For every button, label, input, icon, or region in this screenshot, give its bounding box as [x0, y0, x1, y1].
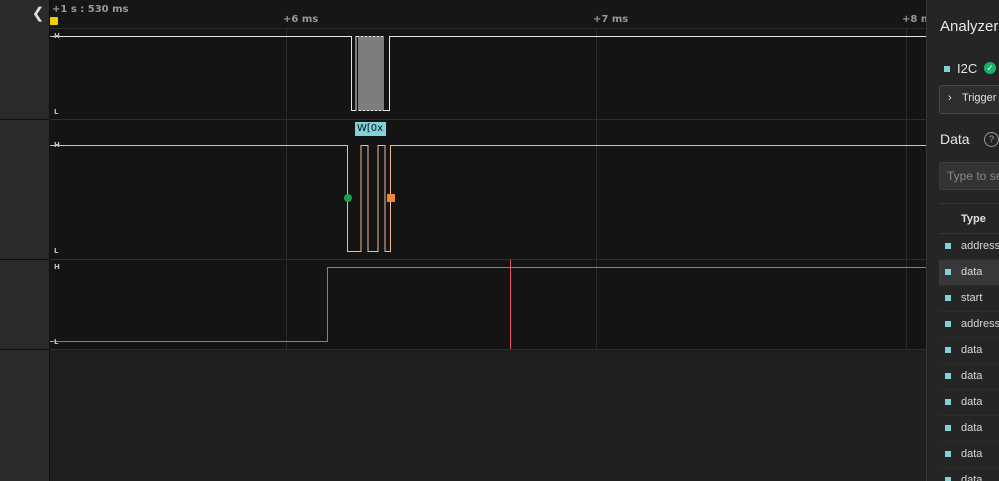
channel-divider: [0, 259, 49, 260]
trigger-label: Trigger: [962, 92, 997, 104]
timing-marker-icon[interactable]: [50, 17, 58, 25]
data-table: Type address data start address data data data…: [939, 203, 999, 481]
row-color-icon: [945, 451, 951, 457]
empty-timeline-area: [50, 350, 926, 481]
chevron-right-icon: ›: [948, 92, 952, 104]
row-type-label: data: [961, 422, 983, 434]
help-icon[interactable]: ?: [984, 132, 999, 147]
channel-1-low-label: L: [54, 247, 59, 255]
row-color-icon: [945, 373, 951, 379]
row-type-label: address: [961, 318, 999, 330]
search-input[interactable]: [939, 162, 999, 190]
row-color-icon: [945, 477, 951, 481]
row-type-label: data: [961, 344, 983, 356]
table-row[interactable]: address: [939, 234, 999, 260]
row-color-icon: [945, 243, 951, 249]
column-type-header: Type: [961, 213, 986, 225]
check-circle-icon: ✓: [984, 62, 996, 74]
data-heading: Data: [940, 131, 970, 147]
analyzer-name[interactable]: I2C: [957, 61, 977, 76]
row-color-icon: [945, 321, 951, 327]
analyzer-color-icon: [944, 66, 950, 72]
table-row[interactable]: data: [939, 416, 999, 442]
waveform-canvas: H L H L H L: [50, 29, 926, 350]
row-type-label: data: [961, 266, 983, 278]
row-type-label: start: [961, 292, 983, 304]
ruler-tick-label: +7 ms: [593, 14, 629, 25]
ruler-start-time: +1 s : 530 ms: [52, 4, 129, 15]
decode-bubble[interactable]: W[0x: [355, 122, 386, 136]
row-type-label: data: [961, 370, 983, 382]
row-color-icon: [945, 399, 951, 405]
channel-1-high-label: H: [54, 141, 60, 149]
sidebar-title: Analyzers: [940, 18, 999, 35]
row-type-label: address: [961, 240, 999, 252]
row-color-icon: [945, 269, 951, 275]
channel-2-low-label: L: [54, 338, 59, 346]
table-header[interactable]: Type: [939, 203, 999, 234]
analyzers-sidebar: Analyzers I2C ✓ › Trigger Data ? Type ad…: [926, 0, 999, 481]
table-row[interactable]: data: [939, 338, 999, 364]
table-row[interactable]: data: [939, 468, 999, 481]
ruler-tick-label: +6 ms: [283, 14, 319, 25]
channel-divider: [0, 119, 49, 120]
channel-2-high-label: H: [54, 263, 60, 271]
time-ruler[interactable]: +1 s : 530 ms +6 ms +7 ms +8 ms: [50, 0, 937, 29]
row-color-icon: [945, 425, 951, 431]
channel-0-low-label: L: [54, 108, 59, 116]
table-row[interactable]: address: [939, 312, 999, 338]
row-type-label: data: [961, 474, 983, 481]
table-row[interactable]: data: [939, 364, 999, 390]
channel-1-waveform: [50, 145, 926, 252]
channel-0-high-label: H: [54, 32, 60, 40]
row-type-label: data: [961, 396, 983, 408]
stop-marker-icon: [387, 194, 395, 202]
channel-label-panel: ❮: [0, 0, 50, 481]
table-row[interactable]: data: [939, 260, 999, 286]
channel-0-waveform: [50, 36, 926, 111]
start-marker-icon: [344, 194, 352, 202]
row-type-label: data: [961, 448, 983, 460]
table-row[interactable]: start: [939, 286, 999, 312]
row-color-icon: [945, 347, 951, 353]
row-color-icon: [945, 295, 951, 301]
collapse-chevron-icon[interactable]: ❮: [30, 6, 46, 22]
table-row[interactable]: data: [939, 390, 999, 416]
channel-divider: [0, 349, 49, 350]
table-row[interactable]: data: [939, 442, 999, 468]
trigger-button[interactable]: › Trigger: [939, 85, 999, 114]
channel-2-waveform: [50, 267, 926, 342]
waveform-area[interactable]: H L H L H L W[0x: [50, 29, 926, 350]
